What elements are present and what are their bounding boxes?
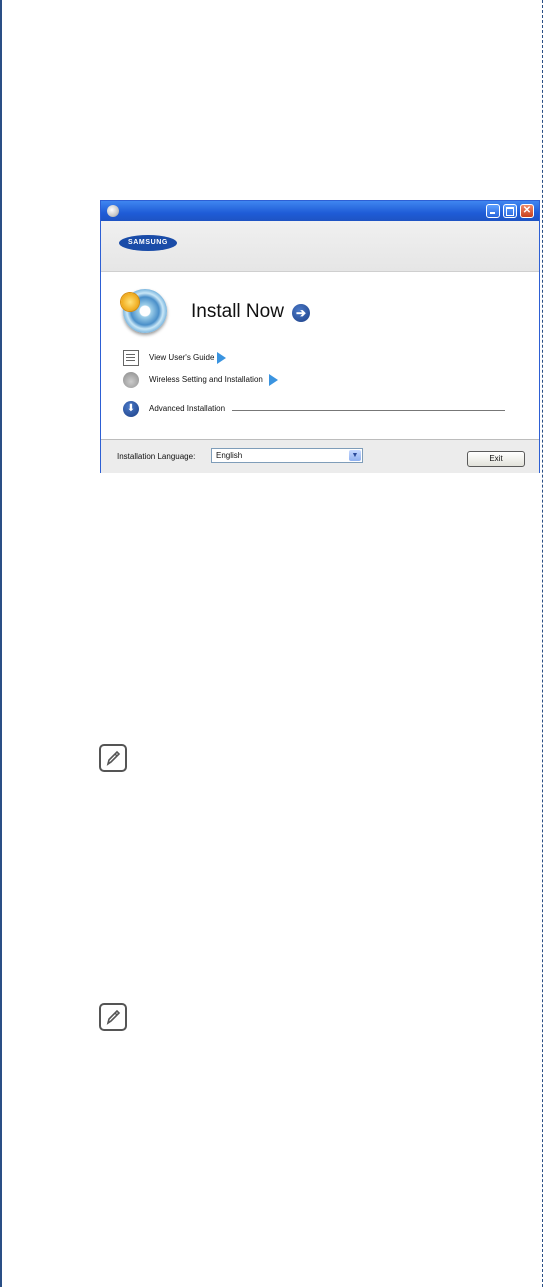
download-arrow-icon: ⬇	[123, 401, 139, 417]
play-arrow-icon	[269, 374, 278, 386]
note-pencil-icon	[99, 744, 127, 772]
maximize-button[interactable]	[503, 204, 517, 218]
play-arrow-icon	[217, 352, 226, 364]
disc-icon	[107, 205, 119, 217]
window-titlebar: ✕	[101, 201, 539, 221]
brand-header: SAMSUNG	[101, 221, 539, 272]
view-users-guide-label: View User's Guide	[149, 353, 215, 362]
minimize-button[interactable]	[486, 204, 500, 218]
installer-footer: Installation Language: English ▼ Exit	[101, 439, 539, 473]
exit-button[interactable]: Exit	[467, 451, 525, 467]
page-right-dashed-rule	[542, 0, 543, 1287]
install-disc-icon[interactable]	[121, 289, 167, 333]
language-select[interactable]: English ▼	[211, 448, 363, 463]
user-guide-icon	[123, 350, 139, 366]
advanced-divider	[232, 410, 505, 411]
language-value: English	[216, 451, 243, 460]
samsung-logo: SAMSUNG	[119, 235, 177, 251]
wireless-setting-label: Wireless Setting and Installation	[149, 375, 263, 384]
chevron-down-icon[interactable]: ▼	[349, 450, 361, 461]
install-now-link[interactable]: Install Now	[191, 301, 284, 323]
note-pencil-icon	[99, 1003, 127, 1031]
close-button[interactable]: ✕	[520, 204, 534, 218]
wireless-icon	[123, 372, 139, 388]
installer-window: ✕ SAMSUNG Install Now ➔ View User's Guid…	[100, 200, 540, 473]
advanced-installation-label: Advanced Installation	[149, 404, 226, 413]
install-now-arrow-icon[interactable]: ➔	[292, 304, 310, 322]
language-label: Installation Language:	[117, 452, 196, 461]
page-left-rule	[0, 0, 2, 1287]
